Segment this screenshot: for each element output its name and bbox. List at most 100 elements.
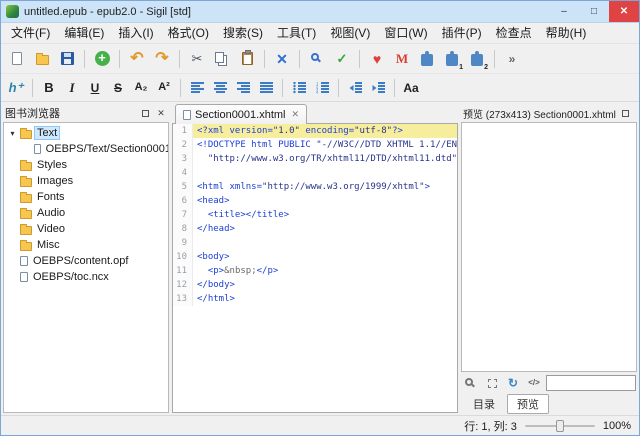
tree-item-misc[interactable]: Misc [4, 237, 168, 253]
paste-icon [242, 52, 253, 65]
align-center-icon [214, 82, 227, 94]
toolbar-separator [119, 50, 120, 68]
close-preview-button[interactable]: ✕ [636, 107, 637, 119]
float-preview-button[interactable] [620, 107, 632, 119]
code-editor[interactable]: 1<?xml version="1.0" encoding="utf-8"?>2… [172, 123, 458, 413]
save-button[interactable] [55, 47, 79, 71]
donate-heart-button[interactable]: ♥ [365, 47, 389, 71]
tree-item-fonts[interactable]: Fonts [4, 189, 168, 205]
plugin-2-button[interactable]: 2 [465, 47, 489, 71]
tree-item-oebps-toc-ncx[interactable]: OEBPS/toc.ncx [4, 269, 168, 285]
bottom-tab-toc[interactable]: 目录 [463, 394, 505, 414]
menu-search[interactable]: 搜索(S) [216, 23, 270, 43]
spellcheck-button[interactable]: ✓ [330, 47, 354, 71]
copy-button[interactable] [210, 47, 234, 71]
change-case-button[interactable]: Aa [400, 77, 422, 99]
tree-item-text[interactable]: ▾ Text [4, 125, 168, 141]
tree-item-audio[interactable]: Audio [4, 205, 168, 221]
preview-inspect-button[interactable] [462, 374, 480, 392]
preview-panel: 预览 (273x413) Section0001.xhtml ✕ ↻</> 目录… [461, 104, 637, 413]
tree-item-oebps-content-opf[interactable]: OEBPS/content.opf [4, 253, 168, 269]
subscript-button[interactable]: A₂ [130, 77, 152, 99]
tab-close-icon[interactable]: ✕ [292, 109, 300, 120]
menu-checkpoint[interactable]: 检查点 [489, 23, 539, 43]
underline-button[interactable]: U [84, 77, 106, 99]
undo-button[interactable]: ↶ [125, 47, 149, 71]
zoom-slider-thumb[interactable] [556, 420, 564, 432]
open-folder-button[interactable] [30, 47, 54, 71]
tree-item-images[interactable]: Images [4, 173, 168, 189]
menu-tools[interactable]: 工具(T) [270, 23, 323, 43]
code-line[interactable]: 13</html> [173, 292, 457, 306]
align-left-button[interactable] [186, 77, 208, 99]
folder-icon [20, 178, 32, 187]
code-line[interactable]: 8</head> [173, 222, 457, 236]
tree-item-styles[interactable]: Styles [4, 157, 168, 173]
preview-source-button[interactable]: </> [525, 374, 543, 392]
bold-button[interactable]: B [38, 77, 60, 99]
code-line[interactable]: 4 [173, 166, 457, 180]
editor-tab[interactable]: Section0001.xhtml ✕ [175, 104, 307, 124]
menu-edit[interactable]: 编辑(E) [57, 23, 111, 43]
maximize-button[interactable]: □ [579, 1, 609, 22]
superscript-button[interactable]: A² [153, 77, 175, 99]
code-line[interactable]: 1<?xml version="1.0" encoding="utf-8"?> [173, 124, 457, 138]
overflow-button[interactable]: » [500, 47, 524, 71]
indent-button[interactable] [367, 77, 389, 99]
minimize-button[interactable]: – [549, 1, 579, 22]
float-panel-button[interactable] [139, 107, 151, 119]
menu-window[interactable]: 窗口(W) [377, 23, 434, 43]
align-center-button[interactable] [209, 77, 231, 99]
heading-button[interactable]: h⁺ [5, 77, 27, 99]
menu-insert[interactable]: 插入(I) [111, 23, 160, 43]
delete-button[interactable]: ✕ [270, 47, 294, 71]
outdent-button[interactable] [344, 77, 366, 99]
preview-search-input[interactable] [546, 375, 636, 391]
plugin-1-button[interactable]: 1 [440, 47, 464, 71]
align-justify-button[interactable] [255, 77, 277, 99]
add-existing-button[interactable]: + [90, 47, 114, 71]
align-left-icon [191, 82, 204, 94]
cut-button[interactable]: ✂ [185, 47, 209, 71]
align-right-button[interactable] [232, 77, 254, 99]
letter-m-icon: M [396, 52, 408, 65]
expander-icon[interactable]: ▾ [8, 129, 17, 138]
code-line[interactable]: 3 "http://www.w3.org/TR/xhtml11/DTD/xhtm… [173, 152, 457, 166]
close-button[interactable]: ✕ [609, 1, 639, 22]
code-line[interactable]: 9 [173, 236, 457, 250]
strikethrough-button[interactable]: S [107, 77, 129, 99]
plugin-button[interactable] [415, 47, 439, 71]
cursor-position: 行: 1, 列: 3 [464, 418, 517, 434]
code-line[interactable]: 7 <title></title> [173, 208, 457, 222]
ordered-list-button[interactable]: 1234 [311, 77, 333, 99]
menu-file[interactable]: 文件(F) [4, 23, 57, 43]
new-file-button[interactable] [5, 47, 29, 71]
tree-item-oebps-text-section0001-xhtml[interactable]: OEBPS/Text/Section0001.xhtml [4, 141, 168, 157]
code-line[interactable]: 12</body> [173, 278, 457, 292]
menu-help[interactable]: 帮助(H) [539, 23, 594, 43]
close-panel-button[interactable]: ✕ [155, 107, 167, 119]
bottom-tab-preview[interactable]: 预览 [507, 394, 549, 414]
line-number: 9 [173, 236, 193, 250]
paste-button[interactable] [235, 47, 259, 71]
bullet-list-button[interactable] [288, 77, 310, 99]
code-line[interactable]: 2<!DOCTYPE html PUBLIC "-//W3C//DTD XHTM… [173, 138, 457, 152]
menu-view[interactable]: 视图(V) [323, 23, 377, 43]
letter-m-button[interactable]: M [390, 47, 414, 71]
code-line[interactable]: 11 <p>&nbsp;</p> [173, 264, 457, 278]
book-browser-panel: 图书浏览器 ✕ ▾ Text OEBPS/Text/Section0001.xh… [3, 104, 169, 413]
menu-plugins[interactable]: 插件(P) [435, 23, 489, 43]
zoom-slider[interactable] [525, 419, 595, 433]
code-line[interactable]: 6<head> [173, 194, 457, 208]
tree-item-video[interactable]: Video [4, 221, 168, 237]
subscript-icon: A₂ [135, 82, 148, 93]
preview-select-button[interactable] [483, 374, 501, 392]
preview-refresh-button[interactable]: ↻ [504, 374, 522, 392]
redo-button[interactable]: ↷ [150, 47, 174, 71]
find-replace-button[interactable] [305, 47, 329, 71]
menu-format[interactable]: 格式(O) [161, 23, 216, 43]
code-line[interactable]: 10<body> [173, 250, 457, 264]
italic-button[interactable]: I [61, 77, 83, 99]
superscript-icon: A² [158, 82, 170, 93]
code-line[interactable]: 5<html xmlns="http://www.w3.org/1999/xht… [173, 180, 457, 194]
